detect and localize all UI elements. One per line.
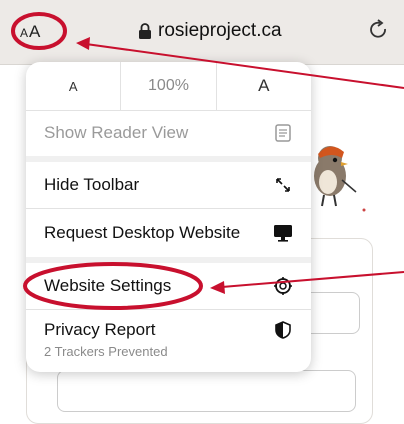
zoom-controls: A 100% A (26, 62, 311, 111)
page-input-field[interactable] (57, 370, 356, 412)
page-format-button[interactable]: AA (20, 22, 41, 42)
menu-item-label: Request Desktop Website (44, 223, 241, 242)
aa-big-glyph: A (29, 22, 42, 41)
menu-item-request-desktop[interactable]: Request Desktop Website (26, 209, 311, 257)
zoom-decrease-button[interactable]: A (26, 62, 122, 110)
browser-window: AA rosieproject.ca A 100% A Show Reader … (0, 0, 404, 424)
lock-icon (139, 23, 151, 39)
menu-item-label: Show Reader View (44, 123, 189, 142)
privacy-shield-icon (273, 320, 293, 340)
settings-gear-icon (273, 276, 293, 296)
zoom-percentage[interactable]: 100% (121, 62, 217, 110)
resize-arrows-icon (273, 175, 293, 195)
page-menu-popover: A 100% A Show Reader View Hide Toolbar R… (26, 62, 311, 372)
menu-item-label: Privacy Report (44, 320, 156, 339)
aa-small-glyph: A (20, 26, 30, 40)
menu-item-website-settings[interactable]: Website Settings (26, 263, 311, 310)
menu-item-reader-view[interactable]: Show Reader View (26, 110, 311, 156)
url-field[interactable]: rosieproject.ca (138, 20, 282, 42)
zoom-increase-button[interactable]: A (217, 62, 311, 110)
privacy-sublabel: 2 Trackers Prevented (44, 344, 168, 359)
address-bar: AA rosieproject.ca (0, 0, 404, 65)
menu-item-privacy-report[interactable]: Privacy Report 2 Trackers Prevented (26, 310, 311, 372)
menu-item-label: Hide Toolbar (44, 175, 140, 194)
menu-item-label: Website Settings (44, 276, 172, 295)
desktop-icon (273, 223, 293, 243)
reload-icon[interactable] (368, 19, 390, 41)
url-text: rosieproject.ca (158, 20, 282, 41)
menu-item-hide-toolbar[interactable]: Hide Toolbar (26, 162, 311, 209)
reader-view-icon (273, 123, 293, 143)
